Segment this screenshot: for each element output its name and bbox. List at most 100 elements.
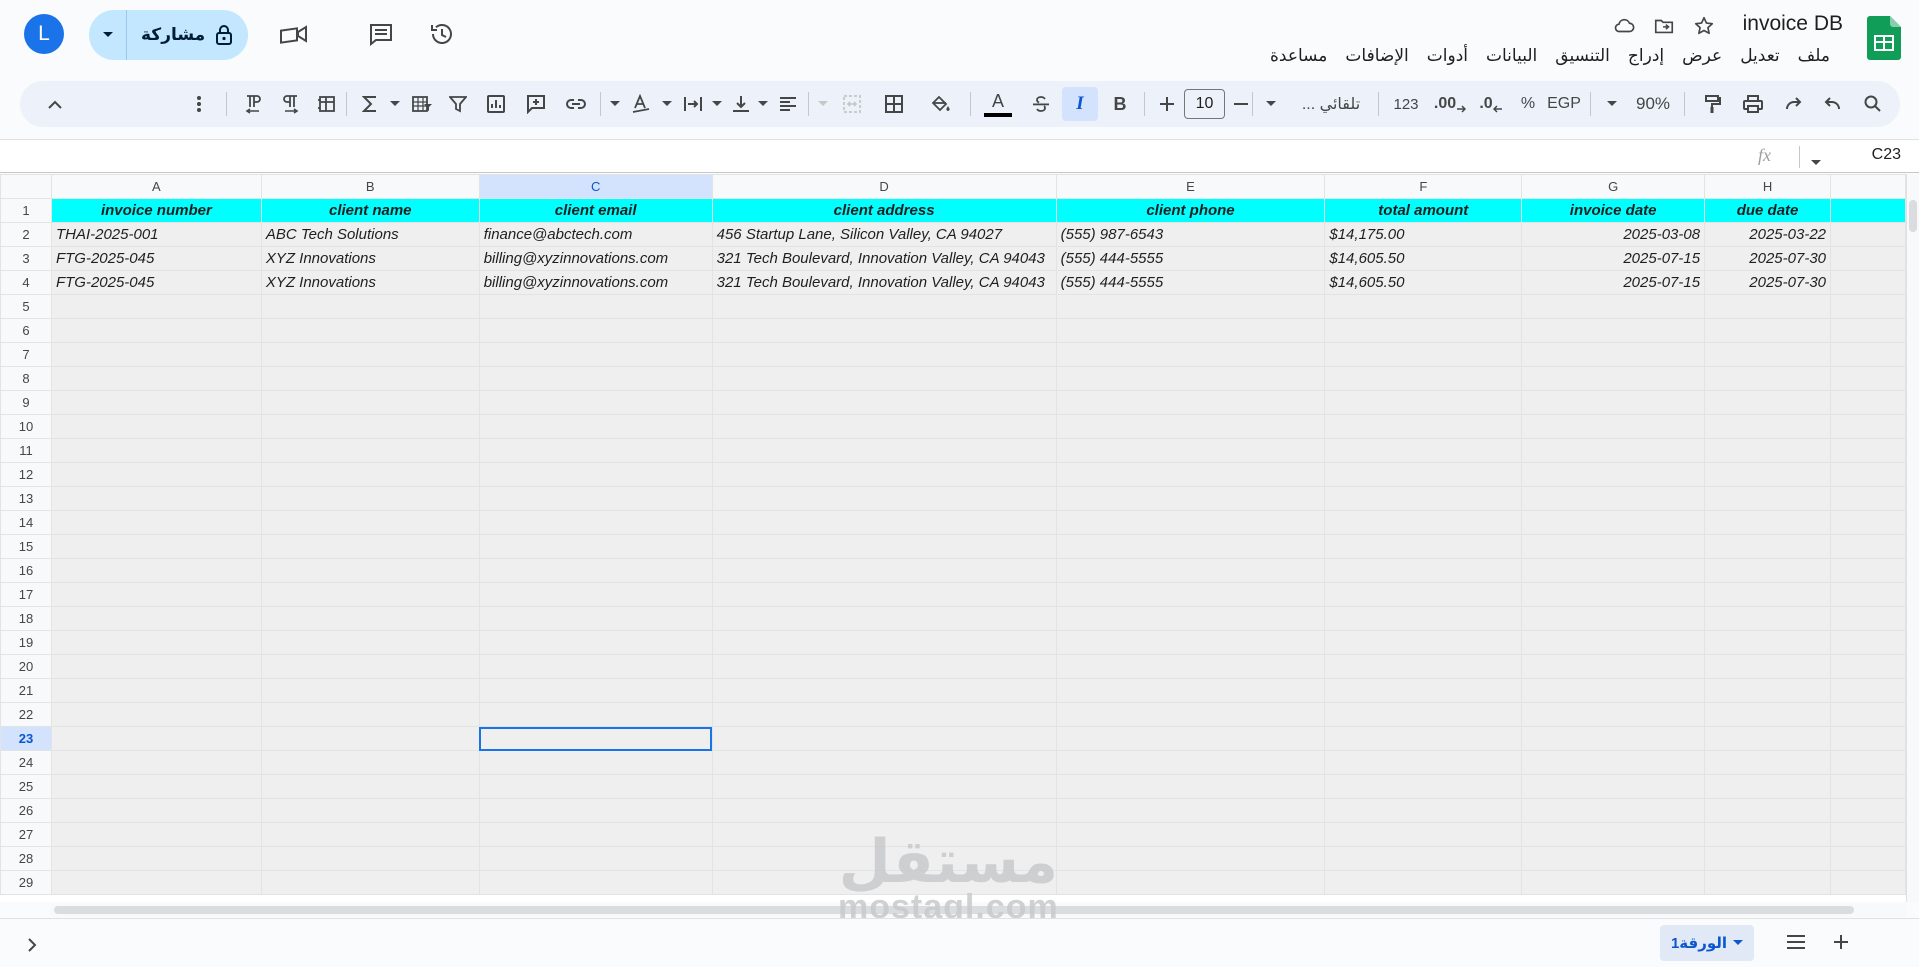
header-cell-d[interactable]: client address [711,198,1057,223]
cell-g[interactable]: 2025-07-15 [1521,270,1706,295]
paint-format-icon[interactable] [1698,81,1728,127]
cell-e[interactable] [1055,486,1326,511]
explore-chevron-right-icon[interactable] [28,938,37,957]
cell-h[interactable] [1704,510,1832,535]
cell-h[interactable] [1704,654,1832,679]
row-header[interactable]: 16 [0,558,52,583]
cell-e[interactable] [1055,606,1326,631]
sheet-table[interactable]: A B C D E F G H 1 invoice number client na… [0,174,1906,895]
cell-c[interactable] [478,486,713,511]
cell-extra[interactable] [1830,270,1906,295]
cell-f[interactable] [1324,606,1523,631]
cell-extra[interactable] [1830,726,1906,751]
cell-a[interactable] [50,750,262,775]
cell-h[interactable] [1704,366,1832,391]
cell-a[interactable] [50,846,262,871]
star-icon[interactable] [1690,12,1718,40]
cell-c[interactable]: finance@abctech.com [478,222,713,247]
cell-e[interactable] [1055,462,1326,487]
row-header[interactable]: 15 [0,534,52,559]
row-header[interactable]: 9 [0,390,52,415]
cell-a[interactable] [50,630,262,655]
cell-h[interactable]: 2025-07-30 [1704,246,1832,271]
cell-f[interactable] [1324,582,1523,607]
decrease-font-size-icon[interactable] [1228,81,1254,127]
cell-e[interactable] [1055,798,1326,823]
cell-e[interactable] [1055,654,1326,679]
cell-f[interactable]: $14,605.50 [1324,270,1523,295]
cell-e[interactable] [1055,438,1326,463]
cell-a[interactable] [50,798,262,823]
cell-extra[interactable] [1830,630,1906,655]
menu-extensions[interactable]: الإضافات [1336,44,1417,68]
wrap-dropdown-icon[interactable] [660,81,674,127]
column-header-extra[interactable] [1830,174,1906,199]
row-header[interactable]: 8 [0,366,52,391]
cell-h[interactable] [1704,438,1832,463]
font-family-select[interactable]: تلقائي ... [1290,81,1372,127]
vertical-align-icon[interactable] [726,81,756,127]
cell-h[interactable]: 2025-07-30 [1704,270,1832,295]
cell-d[interactable] [711,438,1057,463]
cell-d[interactable] [711,726,1057,751]
document-title[interactable]: invoice DB [1743,12,1843,36]
filter-views-icon[interactable] [404,81,440,127]
hide-menus-chevron-up-icon[interactable] [40,81,70,127]
row-header[interactable]: 13 [0,486,52,511]
cell-d[interactable]: 321 Tech Boulevard, Innovation Valley, C… [711,246,1057,271]
cell-e[interactable] [1055,366,1326,391]
cell-c[interactable] [478,750,713,775]
menu-file[interactable]: ملف [1789,44,1839,68]
cell-c[interactable] [478,390,713,415]
cell-a[interactable] [50,654,262,679]
cell-e[interactable] [1055,702,1326,727]
cell-d[interactable] [711,342,1057,367]
cell-e[interactable] [1055,342,1326,367]
row-header[interactable]: 1 [0,198,52,223]
font-dropdown-icon[interactable] [1260,81,1282,127]
cell-extra[interactable] [1830,510,1906,535]
share-button[interactable]: مشاركة [89,10,248,60]
cell-f[interactable] [1324,630,1523,655]
cell-extra[interactable] [1830,558,1906,583]
vertical-scroll-thumb[interactable] [1909,200,1917,232]
text-wrapping-icon[interactable] [678,81,708,127]
cell-d[interactable] [711,390,1057,415]
cell-a[interactable] [50,366,262,391]
cell-h[interactable] [1704,822,1832,847]
cell-g[interactable] [1521,390,1706,415]
cell-a[interactable] [50,438,262,463]
cell-g[interactable] [1521,870,1706,895]
cell-c[interactable] [478,798,713,823]
cell-g[interactable] [1521,510,1706,535]
cell-g[interactable] [1521,750,1706,775]
rotation-dropdown-icon[interactable] [608,81,622,127]
filter-dropdown-icon[interactable] [388,81,402,127]
cell-h[interactable] [1704,750,1832,775]
cell-h[interactable] [1704,582,1832,607]
cell-extra[interactable] [1830,798,1906,823]
redo-icon[interactable] [1778,81,1808,127]
cell-f[interactable] [1324,702,1523,727]
cell-b[interactable] [260,654,480,679]
cell-c[interactable] [478,294,713,319]
cell-a[interactable] [50,414,262,439]
cell-h[interactable] [1704,726,1832,751]
cell-c[interactable] [478,462,713,487]
undo-icon[interactable] [1818,81,1848,127]
cell-extra[interactable] [1830,390,1906,415]
cell-d[interactable] [711,462,1057,487]
cell-c[interactable] [478,870,713,895]
cell-g[interactable] [1521,630,1706,655]
cell-e[interactable] [1055,534,1326,559]
merge-dropdown-icon[interactable] [816,81,830,127]
cell-d[interactable] [711,318,1057,343]
version-history-icon[interactable] [422,14,462,54]
cell-h[interactable] [1704,462,1832,487]
row-header[interactable]: 29 [0,870,52,895]
cell-extra[interactable] [1830,438,1906,463]
cell-b[interactable] [260,462,480,487]
sheets-logo-icon[interactable] [1867,16,1901,60]
merge-cells-icon[interactable] [834,81,870,127]
cell-h[interactable] [1704,486,1832,511]
